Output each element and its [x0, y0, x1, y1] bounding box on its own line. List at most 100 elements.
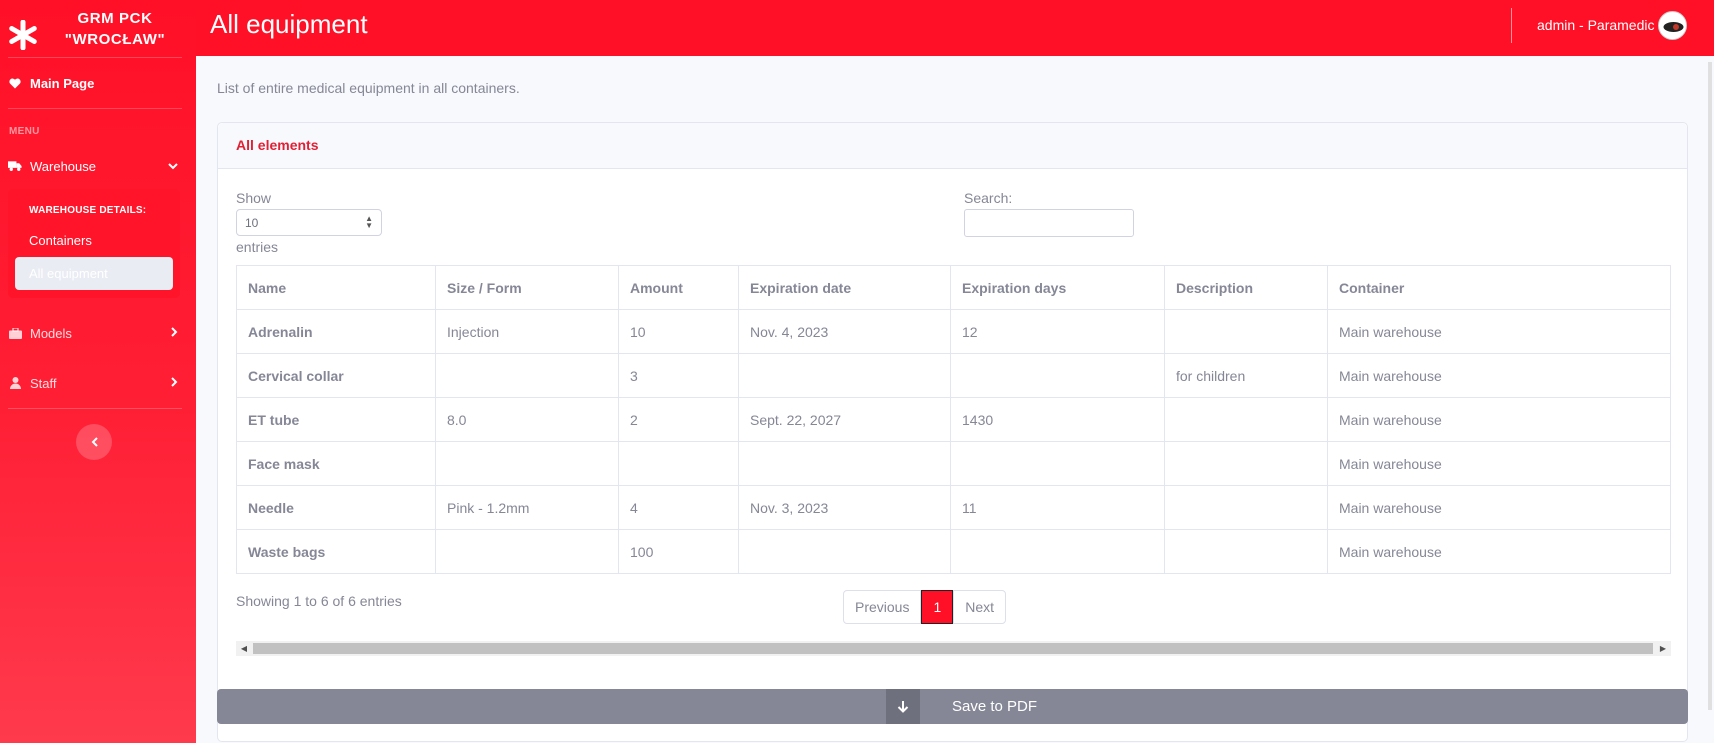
cell-description	[1164, 397, 1328, 442]
cell-expiration-days	[950, 529, 1165, 574]
sidebar-item-main-page[interactable]: Main Page	[0, 58, 196, 108]
table-row: Adrenalin Injection 10 Nov. 4, 2023 12 M…	[236, 309, 1671, 354]
cell-expiration-days: 12	[950, 309, 1165, 354]
cell-description	[1164, 485, 1328, 530]
cell-description	[1164, 309, 1328, 354]
arrow-down-icon	[886, 689, 920, 724]
sidebar-item-label: Main Page	[30, 75, 95, 91]
column-header-expiration-days[interactable]: Expiration days	[950, 265, 1165, 310]
topbar-divider	[1511, 8, 1512, 43]
cell-description: for children	[1164, 353, 1328, 398]
cell-container: Main warehouse	[1327, 441, 1671, 486]
cell-container: Main warehouse	[1327, 309, 1671, 354]
avatar[interactable]	[1658, 11, 1687, 40]
entries-label: entries	[236, 239, 279, 255]
sidebar-item-label: Models	[30, 325, 72, 341]
scrollbar-thumb[interactable]	[1708, 62, 1712, 710]
cell-name: Needle	[236, 485, 436, 530]
select-arrows-icon: ▲ ▼	[365, 214, 373, 230]
cell-expiration-date: Nov. 4, 2023	[738, 309, 951, 354]
chevron-down-icon	[168, 159, 178, 173]
cell-size-form	[435, 529, 619, 574]
heart-icon	[8, 76, 22, 90]
cell-size-form	[435, 353, 619, 398]
scroll-right-arrow-icon[interactable]: ▶	[1655, 641, 1671, 656]
save-to-pdf-label: Save to PDF	[952, 698, 1038, 715]
sidebar-item-models[interactable]: Models	[0, 308, 196, 358]
cell-name: ET tube	[236, 397, 436, 442]
search-input[interactable]	[964, 209, 1134, 237]
cell-container: Main warehouse	[1327, 353, 1671, 398]
page-description: List of entire medical equipment in all …	[217, 80, 520, 96]
sidebar-item-warehouse[interactable]: Warehouse	[0, 147, 196, 185]
table-info: Showing 1 to 6 of 6 entries	[236, 593, 402, 609]
submenu-item-all-equipment[interactable]: All equipment	[15, 257, 173, 290]
table-row: Needle Pink - 1.2mm 4 Nov. 3, 2023 11 Ma…	[236, 485, 1671, 530]
cell-container: Main warehouse	[1327, 397, 1671, 442]
cell-description	[1164, 441, 1328, 486]
page-title: All equipment	[210, 9, 368, 39]
cell-name: Face mask	[236, 441, 436, 486]
sidebar-toggle-button[interactable]	[76, 424, 112, 460]
cell-expiration-date	[738, 529, 951, 574]
brand[interactable]: GRM PCK "WROCŁAW"	[0, 0, 196, 57]
equipment-card: All elements Show 10 ▲ ▼ entries Search: …	[217, 122, 1688, 742]
cell-expiration-date: Sept. 22, 2027	[738, 397, 951, 442]
chevron-right-icon	[171, 326, 178, 340]
sidebar-divider	[8, 408, 182, 409]
sidebar-item-staff[interactable]: Staff	[0, 358, 196, 408]
scroll-left-arrow-icon[interactable]: ◀	[236, 641, 252, 656]
previous-page-button[interactable]: Previous	[843, 590, 922, 624]
truck-icon	[8, 159, 22, 173]
cell-amount: 100	[618, 529, 739, 574]
page-1-button[interactable]: 1	[921, 590, 954, 624]
asterisk-icon	[8, 14, 38, 54]
cell-amount: 4	[618, 485, 739, 530]
briefcase-icon	[8, 326, 22, 340]
user-name[interactable]: admin - Paramedic	[1537, 17, 1655, 33]
column-header-container[interactable]: Container	[1327, 265, 1671, 310]
warehouse-submenu: WAREHOUSE DETAILS: Containers All equipm…	[8, 189, 180, 298]
column-header-amount[interactable]: Amount	[618, 265, 739, 310]
search-label: Search:	[964, 190, 1013, 206]
column-header-expiration-date[interactable]: Expiration date	[738, 265, 951, 310]
submenu-item-containers[interactable]: Containers	[15, 224, 173, 257]
column-header-description[interactable]: Description	[1164, 265, 1328, 310]
chevron-right-icon	[171, 376, 178, 390]
horizontal-scrollbar[interactable]: ◀ ▶	[236, 641, 1671, 656]
save-to-pdf-button[interactable]: Save to PDF	[217, 689, 1688, 724]
brand-name: GRM PCK "WROCŁAW"	[64, 9, 166, 48]
cell-name: Waste bags	[236, 529, 436, 574]
pagination: Previous 1 Next	[843, 590, 1007, 624]
show-label: Show	[236, 190, 272, 206]
table-header-row: Name Size / Form Amount Expiration date …	[236, 265, 1671, 310]
cell-expiration-date: Nov. 3, 2023	[738, 485, 951, 530]
sidebar-item-label: Staff	[30, 375, 57, 391]
next-page-button[interactable]: Next	[953, 590, 1007, 624]
cell-amount	[618, 441, 739, 486]
cell-expiration-days: 11	[950, 485, 1165, 530]
cell-amount: 2	[618, 397, 739, 442]
column-header-size-form[interactable]: Size / Form	[435, 265, 619, 310]
chevron-left-icon	[91, 437, 98, 447]
sidebar-item-label: Warehouse	[30, 158, 96, 174]
page-size-value: 10	[245, 216, 259, 230]
cell-expiration-date	[738, 353, 951, 398]
table-row: Cervical collar 3 for children Main ware…	[236, 353, 1671, 398]
equipment-table: Name Size / Form Amount Expiration date …	[236, 265, 1671, 574]
topbar: All equipment admin - Paramedic	[196, 0, 1714, 56]
cell-name: Adrenalin	[236, 309, 436, 354]
table-row: ET tube 8.0 2 Sept. 22, 2027 1430 Main w…	[236, 397, 1671, 442]
page-size-select[interactable]: 10 ▲ ▼	[236, 209, 382, 236]
cell-size-form: Pink - 1.2mm	[435, 485, 619, 530]
user-icon	[8, 376, 22, 390]
cell-amount: 3	[618, 353, 739, 398]
menu-heading: MENU	[9, 126, 40, 137]
cell-expiration-date	[738, 441, 951, 486]
column-header-name[interactable]: Name	[236, 265, 436, 310]
cell-size-form	[435, 441, 619, 486]
scrollbar-thumb[interactable]	[253, 643, 1653, 654]
vertical-scrollbar[interactable]	[1706, 56, 1714, 743]
submenu-heading: WAREHOUSE DETAILS:	[29, 205, 147, 216]
table-row: Waste bags 100 Main warehouse	[236, 529, 1671, 574]
